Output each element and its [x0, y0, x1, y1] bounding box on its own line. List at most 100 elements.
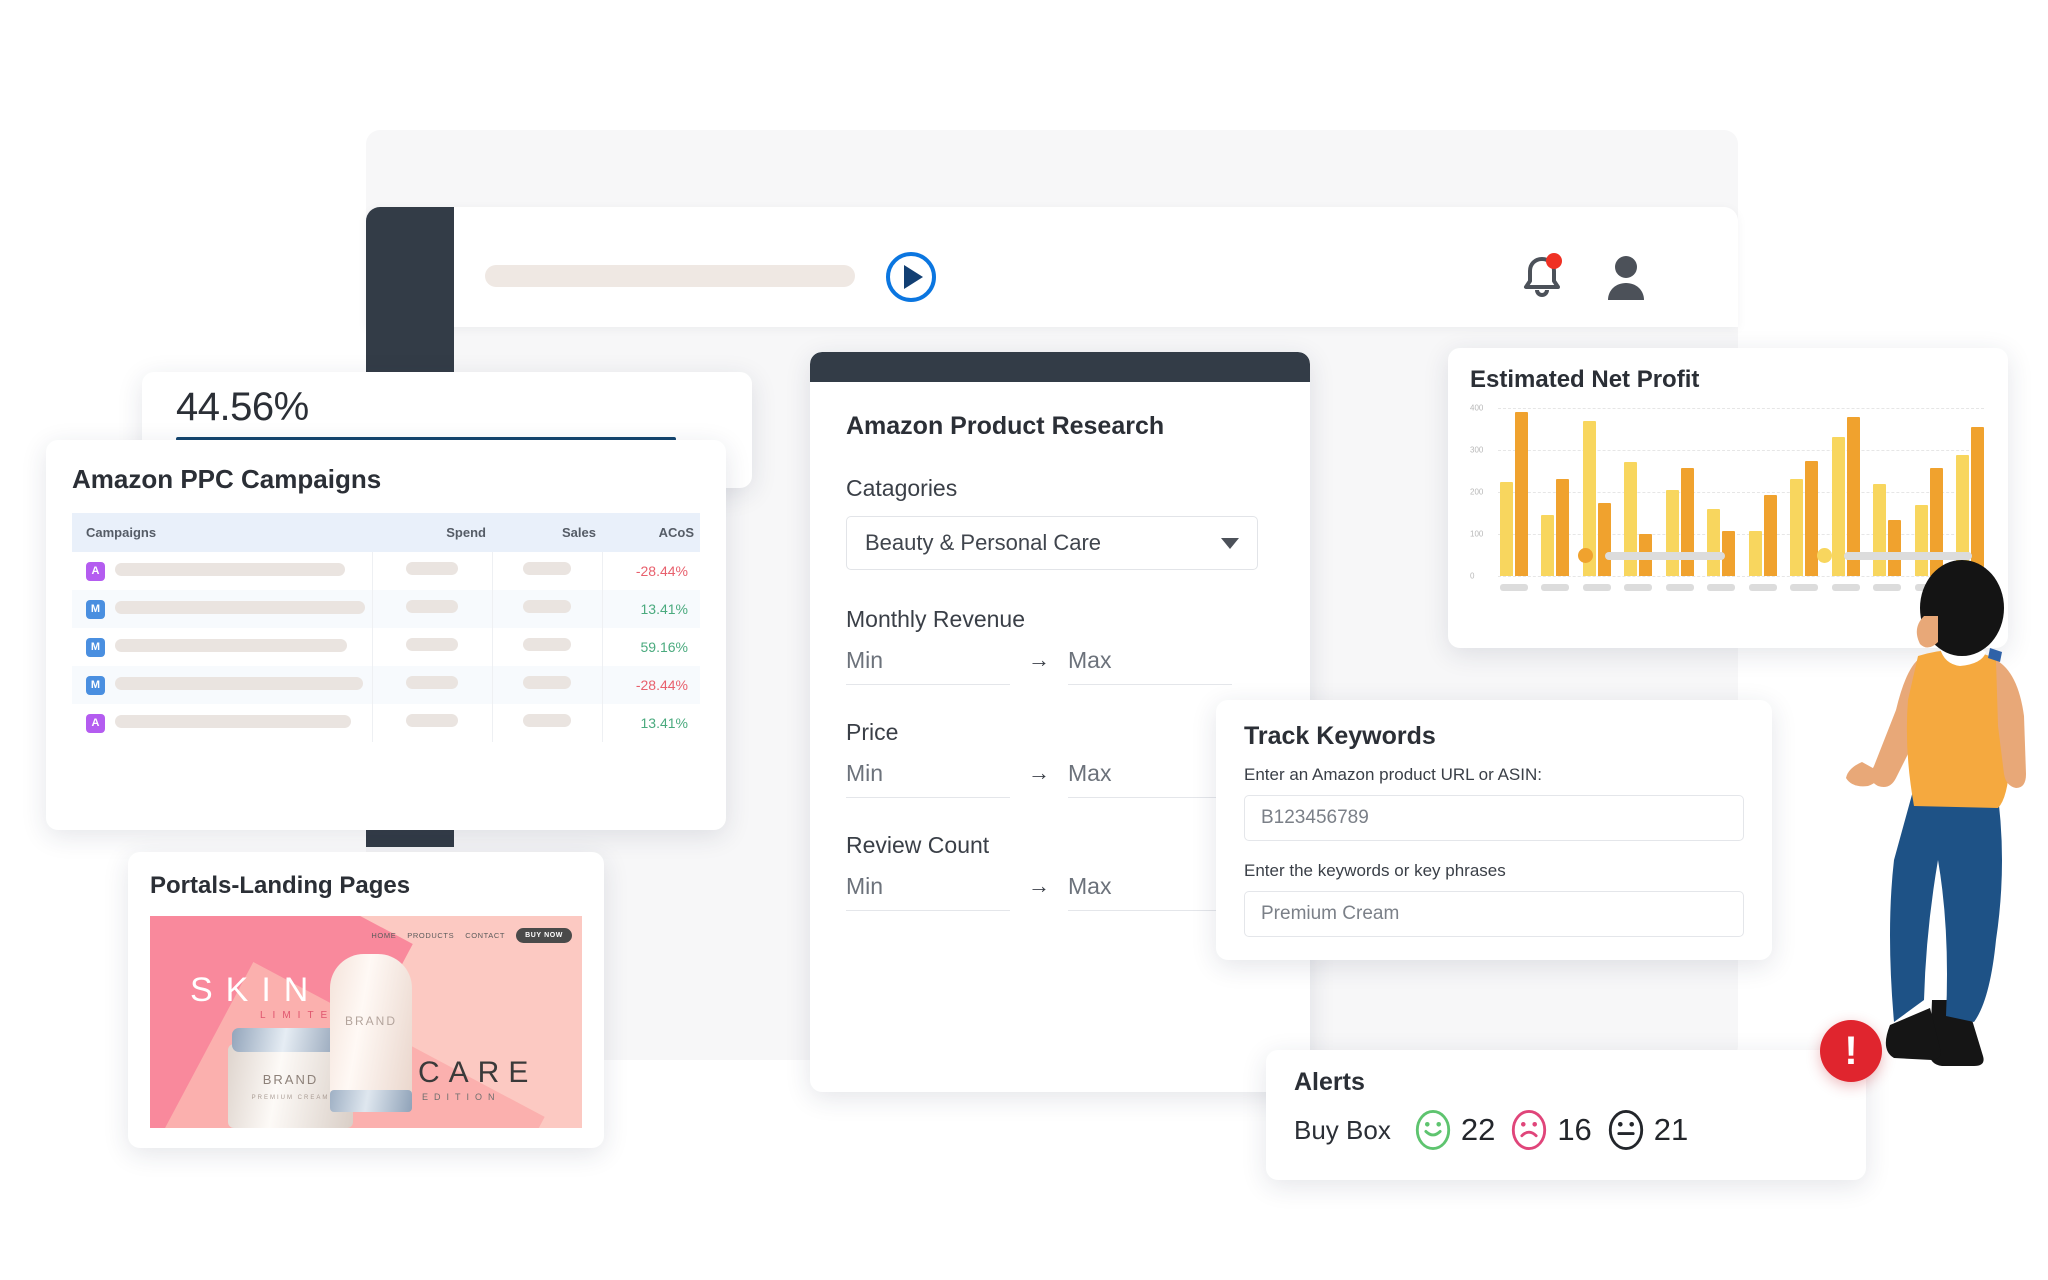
portals-landing-card: Portals-Landing Pages HOME PRODUCTS CONT…	[128, 852, 604, 1148]
research-filters: Monthly Revenue Min → Max Price Min → Max Review…	[846, 606, 1274, 911]
filter-max-input[interactable]: Max	[1068, 873, 1232, 911]
alert-count: 21	[1653, 1112, 1689, 1147]
filter-min-placeholder: Min	[846, 760, 884, 786]
notification-dot	[1546, 253, 1562, 269]
acos-cell: -28.44%	[602, 552, 700, 590]
legend-item-1	[1578, 548, 1725, 563]
bar-group	[1748, 495, 1777, 576]
sales-cell	[492, 704, 603, 742]
banner-headline: SKIN	[190, 971, 322, 1009]
campaign-type-badge: A	[86, 562, 105, 581]
filter-label: Price	[846, 719, 899, 745]
y-tick-label: 200	[1470, 487, 1484, 497]
filter-group: Monthly Revenue Min → Max	[846, 606, 1274, 685]
bar-group	[1707, 508, 1736, 576]
acos-value-text: -28.44%	[635, 677, 688, 693]
play-triangle	[903, 265, 923, 289]
sales-placeholder	[523, 638, 571, 651]
campaign-type-badge: A	[86, 714, 105, 733]
search-input[interactable]	[485, 265, 855, 287]
track-keywords-title: Track Keywords	[1244, 722, 1436, 750]
table-header-row: Campaigns Spend Sales ACoS	[72, 513, 700, 552]
chart-bar	[1665, 489, 1679, 576]
filter-max-input[interactable]: Max	[1068, 647, 1232, 685]
spend-cell	[372, 590, 493, 628]
filter-group: Price Min → Max	[846, 719, 1274, 798]
sales-cell	[492, 628, 603, 666]
y-tick-label: 300	[1470, 445, 1484, 455]
table-row[interactable]: A -28.44%	[72, 552, 700, 590]
filter-max-placeholder: Max	[1068, 873, 1112, 899]
column-campaigns[interactable]: Campaigns	[72, 513, 372, 552]
nav-item-contact[interactable]: CONTACT	[465, 931, 505, 940]
dashboard-illustration: 44.56% ACoS (Advertising Cost of Sales) …	[0, 0, 2048, 1280]
neutral-face-icon[interactable]	[1606, 1107, 1646, 1153]
spend-cell	[372, 704, 493, 742]
sales-placeholder	[523, 676, 571, 689]
categories-label: Catagories	[846, 475, 958, 501]
column-acos[interactable]: ACoS	[602, 513, 700, 552]
sales-cell	[492, 590, 603, 628]
banner-headline-2: CARE	[418, 1056, 538, 1089]
campaign-cell: A	[72, 704, 373, 742]
legend-label-1	[1605, 551, 1725, 560]
acos-value-text: 13.41%	[640, 715, 688, 731]
nav-item-products[interactable]: PRODUCTS	[407, 931, 454, 940]
campaign-name-placeholder	[115, 677, 363, 691]
table-row[interactable]: M -28.44%	[72, 666, 700, 704]
buy-box-alerts-row: Buy Box 22 16 21	[1294, 1107, 1838, 1153]
landing-page-preview[interactable]: HOME PRODUCTS CONTACT BUY NOW SKIN LIMIT…	[150, 916, 582, 1128]
sales-cell	[492, 552, 603, 590]
table-row[interactable]: M 13.41%	[72, 590, 700, 628]
range-arrow-icon: →	[1028, 647, 1050, 672]
campaign-name-placeholder	[115, 639, 347, 653]
spend-placeholder	[406, 562, 458, 575]
ppc-campaigns-card: Amazon PPC Campaigns Campaigns Spend Sal…	[46, 440, 726, 830]
campaign-cell: M	[72, 628, 373, 666]
keywords-label: Enter the keywords or key phrases	[1244, 861, 1506, 880]
research-card-header-bar	[810, 352, 1310, 382]
acos-cell: 59.16%	[602, 628, 700, 666]
tube-cap	[330, 1090, 412, 1112]
keywords-input[interactable]: Premium Cream	[1244, 891, 1744, 937]
chart-bar	[1556, 478, 1570, 576]
asin-input[interactable]: B123456789	[1244, 795, 1744, 841]
column-sales[interactable]: Sales	[492, 513, 602, 552]
table-row[interactable]: M 59.16%	[72, 628, 700, 666]
table-row[interactable]: A 13.41%	[72, 704, 700, 742]
play-icon[interactable]	[886, 252, 936, 302]
bell-icon[interactable]	[1516, 250, 1568, 304]
campaign-cell: A	[72, 552, 373, 590]
filter-min-placeholder: Min	[846, 647, 884, 673]
buy-now-button[interactable]: BUY NOW	[516, 928, 572, 943]
spend-placeholder	[406, 638, 458, 651]
filter-group: Review Count Min → Max	[846, 832, 1274, 911]
column-spend[interactable]: Spend	[372, 513, 492, 552]
sales-cell	[492, 666, 603, 704]
spend-placeholder	[406, 714, 458, 727]
alerts-title: Alerts	[1294, 1068, 1365, 1096]
filter-max-input[interactable]: Max	[1068, 760, 1232, 798]
spend-cell	[372, 628, 493, 666]
chart-bar	[1707, 508, 1721, 576]
user-avatar-icon[interactable]	[1600, 250, 1652, 304]
campaign-type-badge: M	[86, 676, 105, 695]
categories-select[interactable]: Beauty & Personal Care	[846, 516, 1258, 570]
filter-min-input[interactable]: Min	[846, 760, 1010, 798]
acos-value: 44.56%	[176, 385, 309, 429]
sad-face-icon[interactable]	[1509, 1107, 1549, 1153]
bar-group	[1541, 478, 1570, 576]
keywords-input-value: Premium Cream	[1261, 903, 1400, 924]
chart-bar	[1541, 515, 1555, 576]
track-keywords-card: Track Keywords Enter an Amazon product U…	[1216, 700, 1772, 960]
x-tick-placeholder	[1665, 584, 1694, 591]
nav-item-home[interactable]: HOME	[371, 931, 396, 940]
banner-nav: HOME PRODUCTS CONTACT BUY NOW	[371, 928, 572, 943]
happy-face-icon[interactable]	[1413, 1107, 1453, 1153]
legend-swatch-2	[1817, 548, 1832, 563]
portals-card-title: Portals-Landing Pages	[150, 872, 411, 899]
spend-placeholder	[406, 676, 458, 689]
filter-min-input[interactable]: Min	[846, 647, 1010, 685]
filter-min-input[interactable]: Min	[846, 873, 1010, 911]
alerts-card: Alerts Buy Box 22 16 21	[1266, 1050, 1866, 1180]
